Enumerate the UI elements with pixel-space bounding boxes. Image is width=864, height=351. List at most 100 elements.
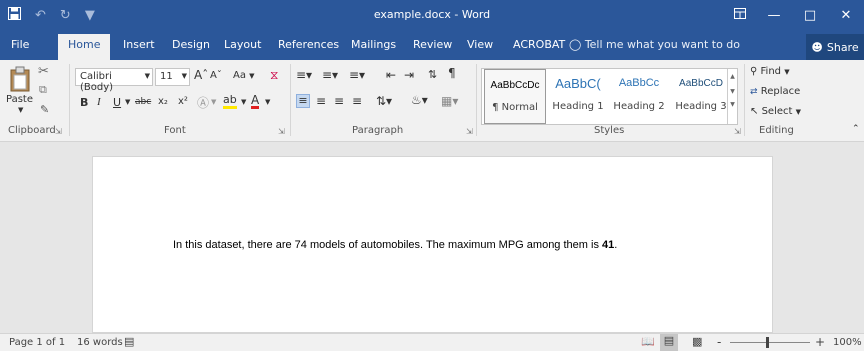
borders-icon[interactable]: ▦▾ xyxy=(441,94,458,108)
increase-indent-icon[interactable]: ⇥ xyxy=(404,68,414,82)
tab-mailings[interactable]: Mailings xyxy=(351,38,396,51)
styles-launcher-icon[interactable]: ⇲ xyxy=(734,127,741,136)
tab-file[interactable]: File xyxy=(11,38,29,51)
change-case-button[interactable]: Aa ▼ xyxy=(233,70,255,81)
bullets-icon[interactable]: ≡▾ xyxy=(296,68,312,82)
format-painter-icon[interactable]: ✎ xyxy=(40,103,49,116)
document-area[interactable]: In this dataset, there are 74 models of … xyxy=(0,142,864,333)
chevron-up-icon[interactable]: ▲ xyxy=(728,73,737,80)
font-color-dropdown-icon[interactable]: ▼ xyxy=(265,98,270,106)
close-icon[interactable]: ✕ xyxy=(828,0,864,30)
tab-view[interactable]: View xyxy=(467,38,493,51)
print-layout-icon[interactable]: ▤ xyxy=(660,334,678,351)
zoom-slider-track[interactable] xyxy=(730,342,810,343)
highlight-icon[interactable]: ab xyxy=(223,93,237,109)
highlight-dropdown-icon[interactable]: ▼ xyxy=(241,98,246,106)
tab-design[interactable]: Design xyxy=(172,38,210,51)
zoom-out-button[interactable]: - xyxy=(717,335,721,349)
shrink-font-icon[interactable]: Aˇ xyxy=(210,70,222,81)
decrease-indent-icon[interactable]: ⇤ xyxy=(386,68,396,82)
bold-button[interactable]: B xyxy=(80,96,88,109)
italic-button[interactable]: I xyxy=(97,96,101,108)
editing-group-label: Editing xyxy=(759,125,794,136)
tab-insert[interactable]: Insert xyxy=(123,38,155,51)
document-paragraph[interactable]: In this dataset, there are 74 models of … xyxy=(173,239,617,251)
text-effects-dropdown-icon[interactable]: ▼ xyxy=(211,98,216,106)
numbering-icon[interactable]: ≡▾ xyxy=(322,68,338,82)
tab-review[interactable]: Review xyxy=(413,38,452,51)
style-heading-2[interactable]: AaBbCc Heading 2 xyxy=(608,69,670,124)
chevron-down-icon[interactable]: ▼ xyxy=(728,88,737,95)
zoom-level[interactable]: 100% xyxy=(833,337,862,348)
line-spacing-icon[interactable]: ⇅▾ xyxy=(376,94,392,108)
font-color-icon[interactable]: A xyxy=(251,93,260,109)
chevron-down-icon: ▼ xyxy=(795,108,802,116)
text-effects-icon[interactable]: Ⓐ xyxy=(197,94,209,111)
chevron-down-icon: ▼ xyxy=(144,72,150,80)
subscript-button[interactable]: x₂ xyxy=(158,96,168,107)
clipboard-icon xyxy=(10,66,30,92)
share-button[interactable]: ☻ Share xyxy=(806,34,864,60)
underline-dropdown-icon[interactable]: ▼ xyxy=(125,98,130,106)
superscript-button[interactable]: x² xyxy=(178,96,188,107)
zoom-in-button[interactable]: + xyxy=(815,335,825,349)
grow-font-icon[interactable]: Aˆ xyxy=(194,68,208,82)
web-layout-icon[interactable]: ▩ xyxy=(692,335,702,348)
tab-layout[interactable]: Layout xyxy=(224,38,261,51)
proofing-icon[interactable]: ▤ xyxy=(124,335,134,348)
sort-icon[interactable]: ⇅ xyxy=(428,68,437,81)
clear-formatting-icon[interactable]: ⧖ xyxy=(270,68,278,83)
status-bar: Page 1 of 1 16 words ▤ 📖 ▤ ▩ - + 100% xyxy=(0,333,864,351)
cut-icon[interactable]: ✂ xyxy=(38,64,49,79)
clipboard-launcher-icon[interactable]: ⇲ xyxy=(55,127,62,136)
paragraph-launcher-icon[interactable]: ⇲ xyxy=(466,127,473,136)
style-preview: AaBbCcD xyxy=(679,78,723,89)
replace-icon: ⇄ xyxy=(750,87,758,97)
tab-acrobat[interactable]: ACROBAT xyxy=(513,38,565,51)
paste-button[interactable]: Paste ▼ xyxy=(6,66,36,118)
find-button[interactable]: ⚲ Find ▼ xyxy=(750,66,790,77)
replace-button[interactable]: ⇄ Replace xyxy=(750,86,800,97)
font-size-combo[interactable]: 11 ▼ xyxy=(155,68,190,86)
align-center-icon[interactable]: ≡ xyxy=(316,94,326,108)
collapse-ribbon-icon[interactable]: ⌃ xyxy=(852,124,860,134)
zoom-slider-thumb[interactable] xyxy=(766,337,769,348)
copy-icon[interactable]: ⧉ xyxy=(39,83,47,97)
shading-icon[interactable]: ♨▾ xyxy=(411,93,428,107)
minimize-icon[interactable]: — xyxy=(756,0,792,30)
tab-references[interactable]: References xyxy=(278,38,339,51)
bold-value: 41 xyxy=(602,239,615,251)
justify-icon[interactable]: ≡ xyxy=(352,94,362,108)
align-right-icon[interactable]: ≡ xyxy=(334,94,344,108)
select-button[interactable]: ↖ Select ▼ xyxy=(750,106,801,117)
lightbulb-icon: ◯ xyxy=(569,38,582,51)
style-name: Heading 1 xyxy=(552,101,604,112)
style-normal[interactable]: AaBbCcDc ¶ Normal xyxy=(484,69,546,124)
strikethrough-button[interactable]: abc xyxy=(135,97,151,107)
document-page[interactable]: In this dataset, there are 74 models of … xyxy=(92,156,773,333)
align-left-icon[interactable]: ≡ xyxy=(296,94,310,108)
find-label: Find xyxy=(760,66,782,77)
style-preview: AaBbCc xyxy=(618,77,660,89)
read-mode-icon[interactable]: 📖 xyxy=(641,335,655,348)
styles-scroll[interactable]: ▲ ▼ ▼ xyxy=(727,69,737,124)
word-count[interactable]: 16 words xyxy=(77,337,123,348)
cursor-icon: ↖ xyxy=(750,106,759,117)
font-name-combo[interactable]: Calibri (Body) ▼ xyxy=(75,68,153,93)
show-formatting-button[interactable]: ¶ xyxy=(448,66,456,80)
paste-dropdown-icon[interactable]: ▼ xyxy=(18,106,23,114)
style-heading-3[interactable]: AaBbCcD Heading 3 xyxy=(670,69,732,124)
tab-home[interactable]: Home xyxy=(58,34,111,60)
style-name: Heading 3 xyxy=(675,101,727,112)
ribbon-display-options-icon[interactable] xyxy=(734,8,746,22)
font-launcher-icon[interactable]: ⇲ xyxy=(278,127,285,136)
more-styles-icon[interactable]: ▼ xyxy=(728,101,737,108)
group-separator xyxy=(744,64,745,136)
underline-button[interactable]: U xyxy=(113,96,121,109)
multilevel-list-icon[interactable]: ≡▾ xyxy=(349,68,365,82)
style-heading-1[interactable]: AaBbC( Heading 1 xyxy=(547,69,609,124)
maximize-icon[interactable]: □ xyxy=(792,0,828,30)
ribbon-home: Paste ▼ ✂ ⧉ ✎ Clipboard ⇲ Calibri (Body)… xyxy=(0,60,864,142)
page-count[interactable]: Page 1 of 1 xyxy=(9,337,65,348)
tell-me-box[interactable]: ◯ Tell me what you want to do xyxy=(569,38,740,51)
